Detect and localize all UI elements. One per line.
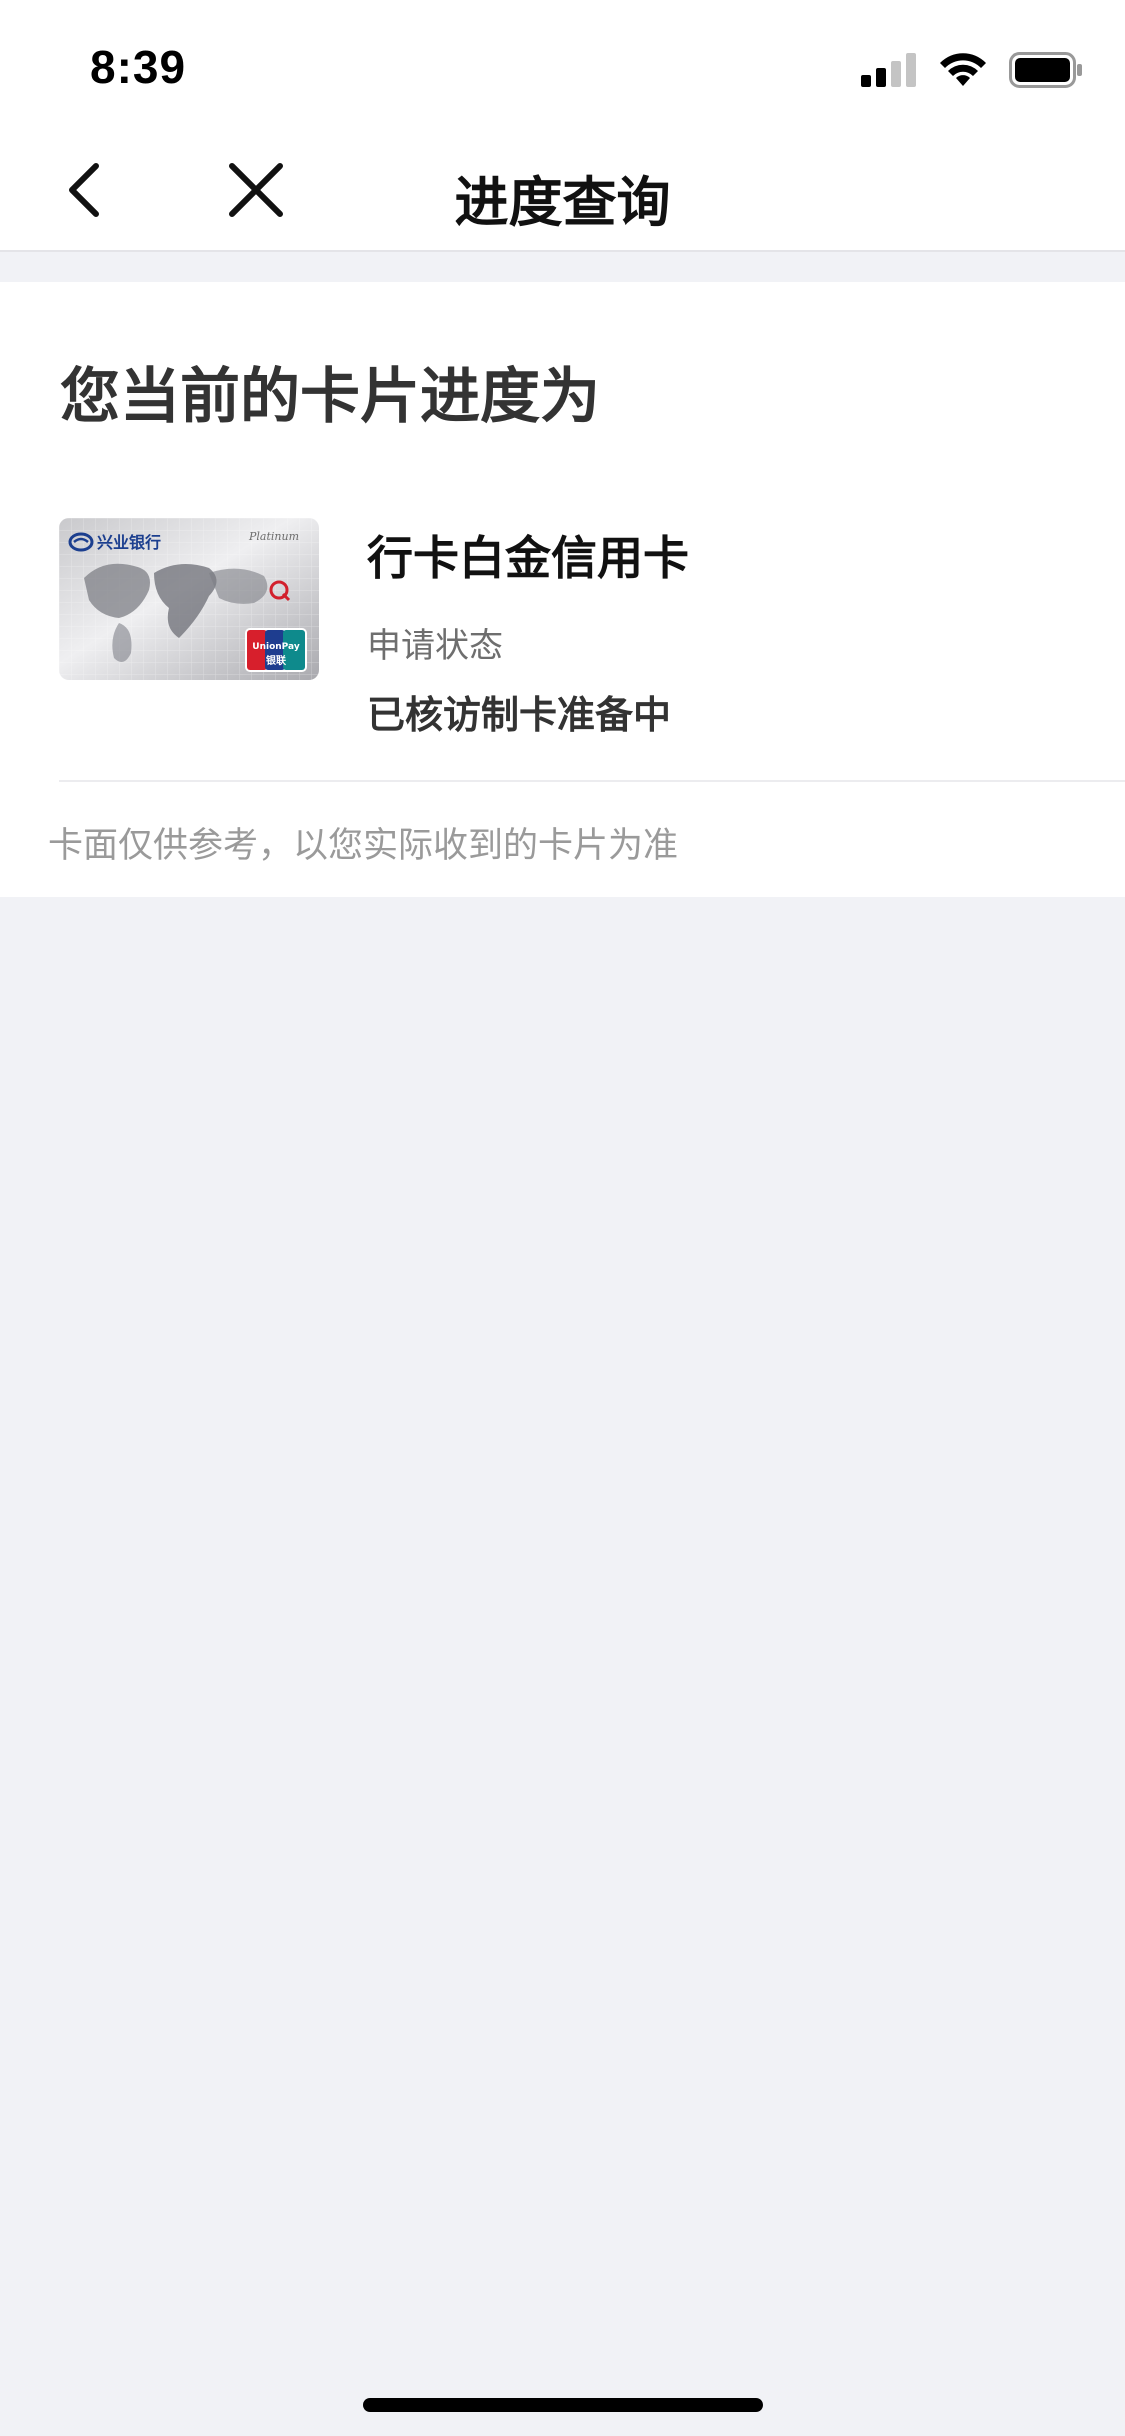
svg-text:兴业银行: 兴业银行	[97, 533, 161, 552]
app-screen: 8:39 进度查询 您当前的卡片进度为 兴业银行 Platinum UnionP…	[0, 0, 1125, 2436]
home-indicator[interactable]	[363, 2398, 763, 2412]
status-bar: 8:39	[0, 0, 1125, 130]
svg-text:银联: 银联	[266, 654, 286, 667]
svg-text:Platinum: Platinum	[248, 530, 299, 543]
cellular-signal-icon	[861, 53, 916, 87]
progress-heading: 您当前的卡片进度为	[60, 362, 600, 432]
status-value: 已核访制卡准备中	[367, 693, 672, 737]
card-name: 行卡白金信用卡	[367, 531, 689, 585]
nav-bar: 进度查询	[0, 130, 1125, 252]
credit-card-image: 兴业银行 Platinum UnionPay 银联	[59, 518, 319, 680]
status-time: 8:39	[90, 41, 187, 93]
svg-text:UnionPay: UnionPay	[252, 642, 300, 652]
battery-icon	[1009, 52, 1082, 88]
wifi-icon	[940, 53, 986, 86]
status-label: 申请状态	[367, 626, 503, 666]
disclaimer-text: 卡面仅供参考，以您实际收到的卡片为准	[48, 826, 679, 866]
progress-section: 您当前的卡片进度为 兴业银行 Platinum UnionPay 银联 行卡白金…	[0, 282, 1125, 897]
status-icons	[861, 50, 1083, 90]
divider	[59, 780, 1125, 782]
page-title: 进度查询	[454, 171, 671, 234]
